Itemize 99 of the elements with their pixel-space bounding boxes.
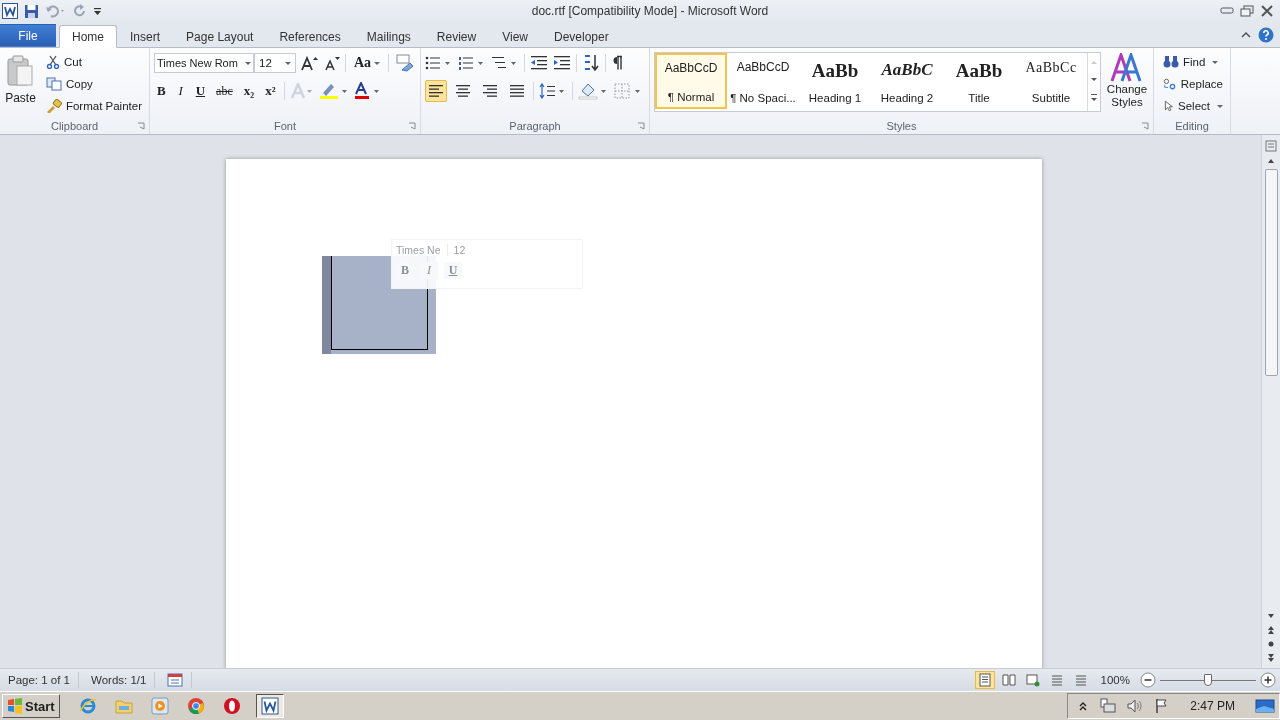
collapse-ribbon-icon[interactable] xyxy=(1240,29,1252,40)
ribbon-tab[interactable]: Insert xyxy=(117,25,174,48)
print-layout-icon xyxy=(977,673,992,687)
ribbon-tab[interactable]: Home xyxy=(59,25,117,48)
volume-icon[interactable] xyxy=(1126,698,1145,714)
group-label: Font xyxy=(274,120,296,132)
format-painter-button[interactable]: Format Painter xyxy=(42,96,145,116)
save-icon[interactable] xyxy=(24,3,39,19)
font-size-dropdown[interactable]: 12 xyxy=(254,53,296,73)
style-item[interactable]: AaBbC Heading 2 xyxy=(871,53,943,109)
clear-formatting-icon[interactable] xyxy=(394,54,415,72)
start-button[interactable]: Start xyxy=(2,694,60,718)
font-family-dropdown[interactable]: Times New Rom xyxy=(154,53,254,73)
word-logo-icon xyxy=(2,3,18,19)
taskbar-word-button[interactable] xyxy=(255,694,284,718)
font-color-icon[interactable] xyxy=(353,82,382,100)
style-item[interactable]: AaBbCcD ¶ No Spaci... xyxy=(727,53,799,109)
file-tab[interactable]: File xyxy=(0,24,56,47)
replace-button[interactable]: Replace xyxy=(1160,74,1226,94)
vertical-scrollbar[interactable] xyxy=(1261,135,1280,668)
customize-dropdown-icon[interactable] xyxy=(93,5,102,17)
show-hidden-icons-icon[interactable] xyxy=(1078,700,1089,712)
group-label: Paragraph xyxy=(509,120,561,132)
cursor-icon xyxy=(1163,99,1175,113)
windows-logo-icon xyxy=(7,698,23,714)
multilevel-list-icon[interactable] xyxy=(491,55,519,71)
decrease-indent-icon[interactable] xyxy=(530,55,548,71)
ribbon-tab[interactable]: Review xyxy=(423,25,490,48)
shading-icon[interactable] xyxy=(578,82,608,100)
word-count[interactable]: Words: 1/1 xyxy=(83,672,156,688)
format-button[interactable]: U xyxy=(192,81,209,101)
paintbrush-icon xyxy=(45,99,62,113)
ribbon-tab[interactable]: Page Layout xyxy=(173,25,267,48)
group-label: Styles xyxy=(886,120,917,132)
copy-icon xyxy=(45,77,62,91)
change-case-button[interactable]: Aa xyxy=(351,53,384,73)
page-count[interactable]: Page: 1 of 1 xyxy=(0,672,80,688)
format-button[interactable]: B xyxy=(154,81,169,101)
view-button[interactable] xyxy=(974,671,995,689)
ribbon-tab[interactable]: View xyxy=(489,25,541,48)
slider-thumb[interactable] xyxy=(1204,674,1212,686)
browse-object-icon[interactable] xyxy=(1266,639,1276,649)
align-button[interactable] xyxy=(425,80,447,102)
next-page-icon[interactable] xyxy=(1266,652,1276,664)
zoom-out-icon[interactable] xyxy=(1140,672,1156,688)
zoom-in-icon[interactable] xyxy=(1260,672,1276,688)
align-right-icon xyxy=(482,84,498,98)
minimize-icon[interactable] xyxy=(1220,5,1234,15)
ruler-toggle-icon[interactable] xyxy=(1264,139,1278,153)
scissors-icon xyxy=(45,55,60,69)
previous-page-icon[interactable] xyxy=(1266,624,1276,636)
paste-button[interactable]: Paste xyxy=(4,52,37,118)
letters-icon xyxy=(1110,53,1144,83)
style-item[interactable]: AaBb Heading 1 xyxy=(799,53,871,109)
cut-button[interactable]: Cut xyxy=(42,52,145,72)
close-icon[interactable] xyxy=(1260,5,1274,17)
zoom-slider[interactable] xyxy=(1160,672,1256,688)
group-label: Editing xyxy=(1175,120,1209,132)
zoom-level[interactable]: 100% xyxy=(1094,674,1136,686)
style-item[interactable]: AaBbCcD ¶ Normal xyxy=(655,53,727,109)
replace-icon xyxy=(1163,77,1177,91)
restore-icon[interactable] xyxy=(1240,5,1254,17)
clipboard-icon xyxy=(7,55,34,87)
outline-icon xyxy=(1049,673,1064,687)
ribbon-tab[interactable]: Developer xyxy=(540,25,622,48)
format-button[interactable]: x² xyxy=(262,81,279,101)
line-spacing-icon[interactable] xyxy=(539,83,567,99)
group-label: Clipboard xyxy=(50,120,99,132)
clock[interactable]: 2:47 PM xyxy=(1180,699,1245,713)
pilcrow-icon[interactable] xyxy=(611,55,623,71)
reading-icon xyxy=(1001,673,1016,687)
numbering-icon[interactable] xyxy=(458,55,486,71)
binoculars-icon xyxy=(1163,55,1179,69)
bullets-icon[interactable] xyxy=(425,55,453,71)
style-item[interactable]: AaBbCc Subtitle xyxy=(1015,53,1087,109)
shrink-font-icon[interactable] xyxy=(324,55,340,71)
format-button[interactable]: I xyxy=(173,81,188,101)
style-item[interactable]: AaBb Title xyxy=(943,53,1015,109)
align-center-icon xyxy=(455,84,471,98)
show-desktop-icon[interactable] xyxy=(1255,698,1275,714)
change-styles-button[interactable]: Change Styles xyxy=(1105,52,1149,118)
increase-indent-icon[interactable] xyxy=(553,55,571,71)
ribbon-tab[interactable]: References xyxy=(266,25,354,48)
network-icon[interactable] xyxy=(1098,698,1117,714)
format-button[interactable]: x₂ xyxy=(240,81,258,101)
ribbon-tab[interactable]: Mailings xyxy=(353,25,424,48)
window-title: doc.rtf [Compatibility Mode] - Microsoft Word xyxy=(530,4,770,18)
proofing-icon[interactable] xyxy=(167,673,184,687)
draft-icon xyxy=(1073,673,1088,687)
select-button[interactable]: Select xyxy=(1160,96,1226,116)
justify-icon xyxy=(509,84,525,98)
align-left-icon xyxy=(428,84,444,98)
format-button[interactable]: abc xyxy=(213,81,236,101)
grow-font-icon[interactable] xyxy=(301,55,319,71)
help-icon[interactable] xyxy=(1258,26,1274,43)
sort-icon[interactable] xyxy=(582,54,600,72)
copy-button[interactable]: Copy xyxy=(42,74,145,94)
web-layout-icon xyxy=(1025,673,1040,687)
find-button[interactable]: Find xyxy=(1160,52,1226,72)
